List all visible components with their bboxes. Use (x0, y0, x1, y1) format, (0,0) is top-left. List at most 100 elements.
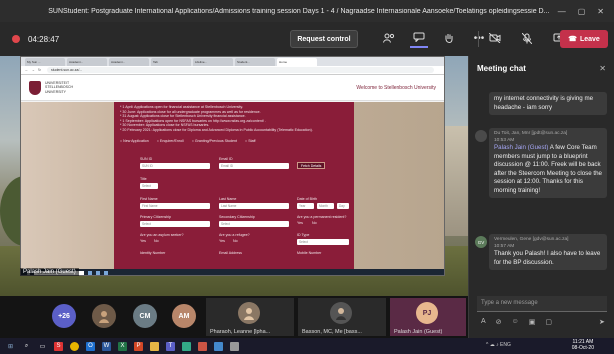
system-tray: ^ ☁ ♪ ENG (486, 342, 511, 348)
first-name-input[interactable]: First Name (140, 203, 210, 209)
format-icon[interactable]: A (481, 318, 486, 326)
browser-tab[interactable]: My Sun ... (25, 58, 65, 66)
forward-icon[interactable]: → (32, 68, 36, 72)
participant-avatar[interactable] (92, 304, 116, 328)
browser-tab[interactable]: Academi... (67, 58, 107, 66)
browser-tab[interactable]: Student... (235, 58, 275, 66)
asylum-no[interactable]: No (154, 239, 159, 243)
primary-citizenship-label: Primary Citizenship (140, 215, 171, 219)
close-chat-icon[interactable]: ✕ (599, 64, 606, 73)
language-indicator[interactable]: ENG (500, 342, 511, 348)
leave-button-label: Leave (579, 35, 600, 43)
email-id-input[interactable]: Email ID (219, 163, 289, 169)
participant-avatar-am[interactable]: AM (172, 304, 196, 328)
radio-enquirer[interactable]: Enquirer/Enroll (157, 139, 184, 143)
chat-mention[interactable]: Palash Jain (Guest) (494, 144, 548, 151)
tray-arrow-icon[interactable]: ^ (486, 342, 488, 348)
radio-new-application[interactable]: New Application (120, 139, 149, 143)
raise-hand-icon[interactable] (440, 28, 458, 48)
title-select[interactable]: Select (140, 183, 158, 189)
permanent-resident-yes[interactable]: Yes (297, 221, 303, 225)
word-icon[interactable]: W (102, 341, 111, 351)
app-icon[interactable] (182, 341, 191, 351)
university-name: UNIVERSITEIT STELLENBOSCH UNIVERSITY (45, 80, 74, 94)
explorer-icon[interactable] (150, 341, 159, 351)
browser-tabs: My Sun ... Academi... Academi... Tab Lif… (21, 57, 444, 66)
app-icon[interactable] (230, 341, 239, 351)
attach-icon[interactable]: ⊘ (496, 318, 502, 326)
app-icon[interactable] (198, 341, 207, 351)
participants-icon[interactable] (380, 28, 398, 48)
start-icon[interactable]: ⊞ (6, 342, 15, 351)
last-name-label: Last Name (219, 197, 237, 201)
applicant-type-radios: New Application Enquirer/Enroll Granting… (120, 139, 348, 143)
title-label: Title (140, 177, 147, 181)
minimize-icon[interactable]: — (558, 7, 566, 16)
teams-icon[interactable]: T (166, 341, 175, 351)
leave-button[interactable]: ☎ Leave (560, 30, 608, 48)
browser-tab[interactable]: Tab (151, 58, 191, 66)
recording-indicator-icon (12, 35, 20, 43)
asylum-yes[interactable]: Yes (140, 239, 146, 243)
app-icon[interactable] (214, 341, 223, 351)
browser-tab[interactable]: Academi... (109, 58, 149, 66)
participant-video-tile[interactable]: Basson, MC, Me [bass... (298, 298, 386, 336)
refugee-yes[interactable]: Yes (219, 239, 225, 243)
meeting-toolbar: 04:28:47 Request control ••• ☎ Leave (0, 22, 614, 56)
shared-taskbar-app-icon (88, 271, 93, 275)
secondary-citizenship-select[interactable]: Select (219, 221, 289, 227)
outlook-icon[interactable]: O (86, 341, 95, 351)
sender-avatar-gv: GV (475, 236, 487, 248)
mic-off-icon[interactable] (518, 28, 536, 48)
chrome-icon[interactable] (70, 341, 79, 351)
more-participants-badge[interactable]: +26 (52, 304, 76, 328)
participant-name: Palash Jain (Guest) (394, 329, 443, 335)
shared-taskbar-app-icon (96, 271, 101, 275)
browser-tab-active[interactable]: Home (277, 58, 317, 66)
chat-compose-input[interactable]: Type a new message (477, 296, 607, 312)
permanent-resident-no[interactable]: No (312, 221, 317, 225)
participant-photo (238, 302, 260, 324)
fetch-details-button[interactable]: Fetch Details (297, 162, 326, 169)
url-field[interactable]: student.sun.ac.za/... (46, 67, 434, 73)
maximize-icon[interactable]: ▢ (578, 7, 586, 16)
search-icon[interactable]: ⌕ (22, 342, 31, 351)
id-type-select[interactable]: Select (297, 239, 349, 245)
site-header: UNIVERSITEIT STELLENBOSCH UNIVERSITY Wel… (21, 75, 444, 101)
participant-video-tile[interactable]: Pharaoh, Leanne [lpha... (206, 298, 294, 336)
hang-up-icon: ☎ (568, 36, 577, 43)
last-name-input[interactable]: Last Name (219, 203, 289, 209)
powerpoint-icon[interactable]: P (134, 341, 143, 351)
send-icon[interactable]: ➤ (599, 318, 605, 326)
site-body: * 1 April: Applications open for financi… (21, 102, 444, 275)
camera-off-icon[interactable] (486, 28, 504, 48)
emoji-icon[interactable]: ☺ (512, 318, 519, 326)
dob-month-select[interactable]: Month (317, 203, 334, 209)
excel-icon[interactable]: X (118, 341, 127, 351)
skype-icon[interactable]: S (54, 341, 63, 351)
dob-day-select[interactable]: Day (337, 203, 349, 209)
close-window-icon[interactable]: ✕ (597, 7, 604, 16)
reload-icon[interactable]: ↻ (38, 68, 41, 72)
sticker-icon[interactable]: ▢ (545, 318, 552, 326)
request-control-button[interactable]: Request control (290, 30, 358, 48)
radio-previous-student[interactable]: Granting/Previous Student (192, 139, 237, 143)
task-view-icon[interactable]: ▭ (38, 342, 47, 351)
id-type-label: ID Type (297, 233, 310, 237)
refugee-no[interactable]: No (233, 239, 238, 243)
chat-icon[interactable] (410, 28, 428, 48)
back-icon[interactable]: ← (25, 68, 29, 72)
radio-staff[interactable]: Staff (245, 139, 255, 143)
volume-icon[interactable]: ♪ (496, 342, 499, 348)
wifi-icon[interactable]: ☁ (490, 342, 495, 348)
sun-id-input[interactable]: SUN ID (140, 163, 210, 169)
dob-year-select[interactable]: Year (297, 203, 314, 209)
system-clock[interactable]: 11:21 AM 08-Oct-20 (572, 339, 594, 351)
participant-avatar-cm[interactable]: CM (133, 304, 157, 328)
chat-title: Meeting chat (477, 63, 526, 73)
browser-tab[interactable]: Lifeline... (193, 58, 233, 66)
primary-citizenship-select[interactable]: Select (140, 221, 210, 227)
chat-message-text: Thank you Palash! I also have to leave f… (494, 250, 601, 266)
participant-video-tile-active[interactable]: PJ Palash Jain (Guest) (390, 298, 466, 336)
gif-icon[interactable]: ▣ (529, 318, 536, 326)
